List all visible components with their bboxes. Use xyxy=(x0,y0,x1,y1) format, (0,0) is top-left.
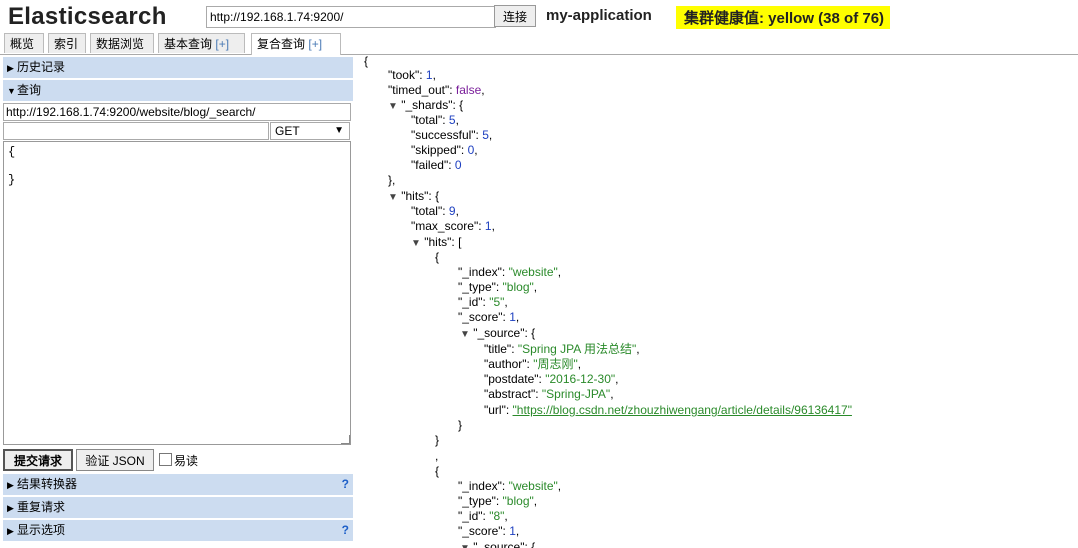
collapse-toggle-icon: ▼ xyxy=(388,101,398,112)
json-line: }, xyxy=(388,173,396,187)
collapse-toggle-icon: ▼ xyxy=(460,329,470,340)
display-options-section-header[interactable]: ▶ 显示选项 ? xyxy=(3,520,353,541)
json-line: "_type": "blog", xyxy=(458,494,538,508)
json-line[interactable]: ▼ "_source": { xyxy=(460,326,535,342)
method-select[interactable]: GET ▼ xyxy=(270,122,350,140)
caret-right-icon: ▶ xyxy=(7,503,14,513)
json-line: "total": 5, xyxy=(411,113,459,127)
repeat-request-section-header[interactable]: ▶ 重复请求 xyxy=(3,497,353,518)
tab-basic-query[interactable]: 基本查询 [+] xyxy=(158,33,245,53)
result-transformer-section-header[interactable]: ▶ 结果转换器 ? xyxy=(3,474,353,495)
caret-right-icon: ▶ xyxy=(7,480,14,490)
json-line: "author": "周志刚", xyxy=(484,357,582,371)
json-line: { xyxy=(364,54,369,68)
json-line: "postdate": "2016-12-30", xyxy=(484,372,619,386)
json-line: } xyxy=(435,433,440,447)
submit-request-button[interactable]: 提交请求 xyxy=(3,449,73,471)
caret-right-icon: ▶ xyxy=(7,526,14,536)
json-line[interactable]: ▼ "_shards": { xyxy=(388,98,463,114)
tab-bar: 概览 索引 数据浏览 基本查询 [+] 复合查询 [+] xyxy=(0,33,1078,55)
connect-button[interactable]: 连接 xyxy=(494,5,536,27)
json-line: "abstract": "Spring-JPA", xyxy=(484,387,614,401)
easy-read-checkbox[interactable] xyxy=(159,453,172,466)
dropdown-arrow-icon: ▼ xyxy=(334,125,344,136)
app-logo: Elasticsearch xyxy=(8,3,167,30)
caret-down-icon: ▼ xyxy=(7,86,16,96)
json-line: "_index": "website", xyxy=(458,479,562,493)
json-line[interactable]: ▼ "hits": [ xyxy=(411,235,461,251)
tab-overview[interactable]: 概览 xyxy=(4,33,44,53)
json-line: "_index": "website", xyxy=(458,265,562,279)
json-line: { xyxy=(435,250,440,264)
json-line: } xyxy=(458,418,463,432)
history-section-header[interactable]: ▶ 历史记录 xyxy=(3,57,353,78)
easy-read-label: 易读 xyxy=(174,454,199,468)
validate-json-button[interactable]: 验证 JSON xyxy=(76,449,154,471)
json-line: "timed_out": false, xyxy=(388,83,485,97)
cluster-name: my-application xyxy=(546,7,652,24)
json-line: "_id": "5", xyxy=(458,295,508,309)
add-basic-query-tab[interactable]: [+] xyxy=(215,37,229,51)
connect-url-input[interactable] xyxy=(206,6,496,28)
request-url-input[interactable] xyxy=(3,103,351,121)
help-icon[interactable]: ? xyxy=(342,520,349,541)
json-line: { xyxy=(435,464,440,478)
request-body-editor[interactable]: { } xyxy=(3,141,351,445)
json-line: "url": "https://blog.csdn.net/zhouzhiwen… xyxy=(484,403,852,417)
collapse-toggle-icon: ▼ xyxy=(460,543,470,548)
collapse-toggle-icon: ▼ xyxy=(388,192,398,203)
json-line[interactable]: ▼ "hits": { xyxy=(388,189,439,205)
json-line: "successful": 5, xyxy=(411,128,493,142)
json-line: "title": "Spring JPA 用法总结", xyxy=(484,342,640,356)
caret-right-icon: ▶ xyxy=(7,63,14,73)
query-section-header[interactable]: ▼查询 xyxy=(3,80,353,101)
tab-browser[interactable]: 数据浏览 xyxy=(90,33,154,53)
json-line: "total": 9, xyxy=(411,204,459,218)
json-line: "took": 1, xyxy=(388,68,436,82)
resize-handle-icon[interactable] xyxy=(341,435,350,444)
result-json-viewer: { "took": 1, "timed_out": false, ▼ "_sha… xyxy=(358,54,1078,548)
help-icon[interactable]: ? xyxy=(342,474,349,495)
add-complex-query-tab[interactable]: [+] xyxy=(308,37,322,51)
tab-index[interactable]: 索引 xyxy=(48,33,86,53)
json-line: "max_score": 1, xyxy=(411,219,495,233)
cluster-health-badge: 集群健康值: yellow (38 of 76) xyxy=(676,6,891,29)
request-path-input[interactable] xyxy=(3,122,269,140)
json-line[interactable]: ▼ "_source": { xyxy=(460,540,535,548)
json-line: "_type": "blog", xyxy=(458,280,538,294)
source-url-link[interactable]: "https://blog.csdn.net/zhouzhiwengang/ar… xyxy=(513,403,852,417)
collapse-toggle-icon: ▼ xyxy=(411,238,421,249)
json-line: "_id": "8", xyxy=(458,509,508,523)
query-panel: ▶历史记录 ▼查询 GET ▼ { } 提交请求 验证 JSON 易读 ▶结果转… xyxy=(3,57,353,548)
json-line: "_score": 1, xyxy=(458,310,520,324)
top-bar: Elasticsearch 连接 my-application 集群健康值: y… xyxy=(0,0,1078,33)
json-line: "skipped": 0, xyxy=(411,143,478,157)
json-line: , xyxy=(435,449,439,463)
json-line: "_score": 1, xyxy=(458,524,520,538)
tab-complex-query[interactable]: 复合查询 [+] xyxy=(251,33,341,55)
json-line: "failed": 0 xyxy=(411,158,462,172)
